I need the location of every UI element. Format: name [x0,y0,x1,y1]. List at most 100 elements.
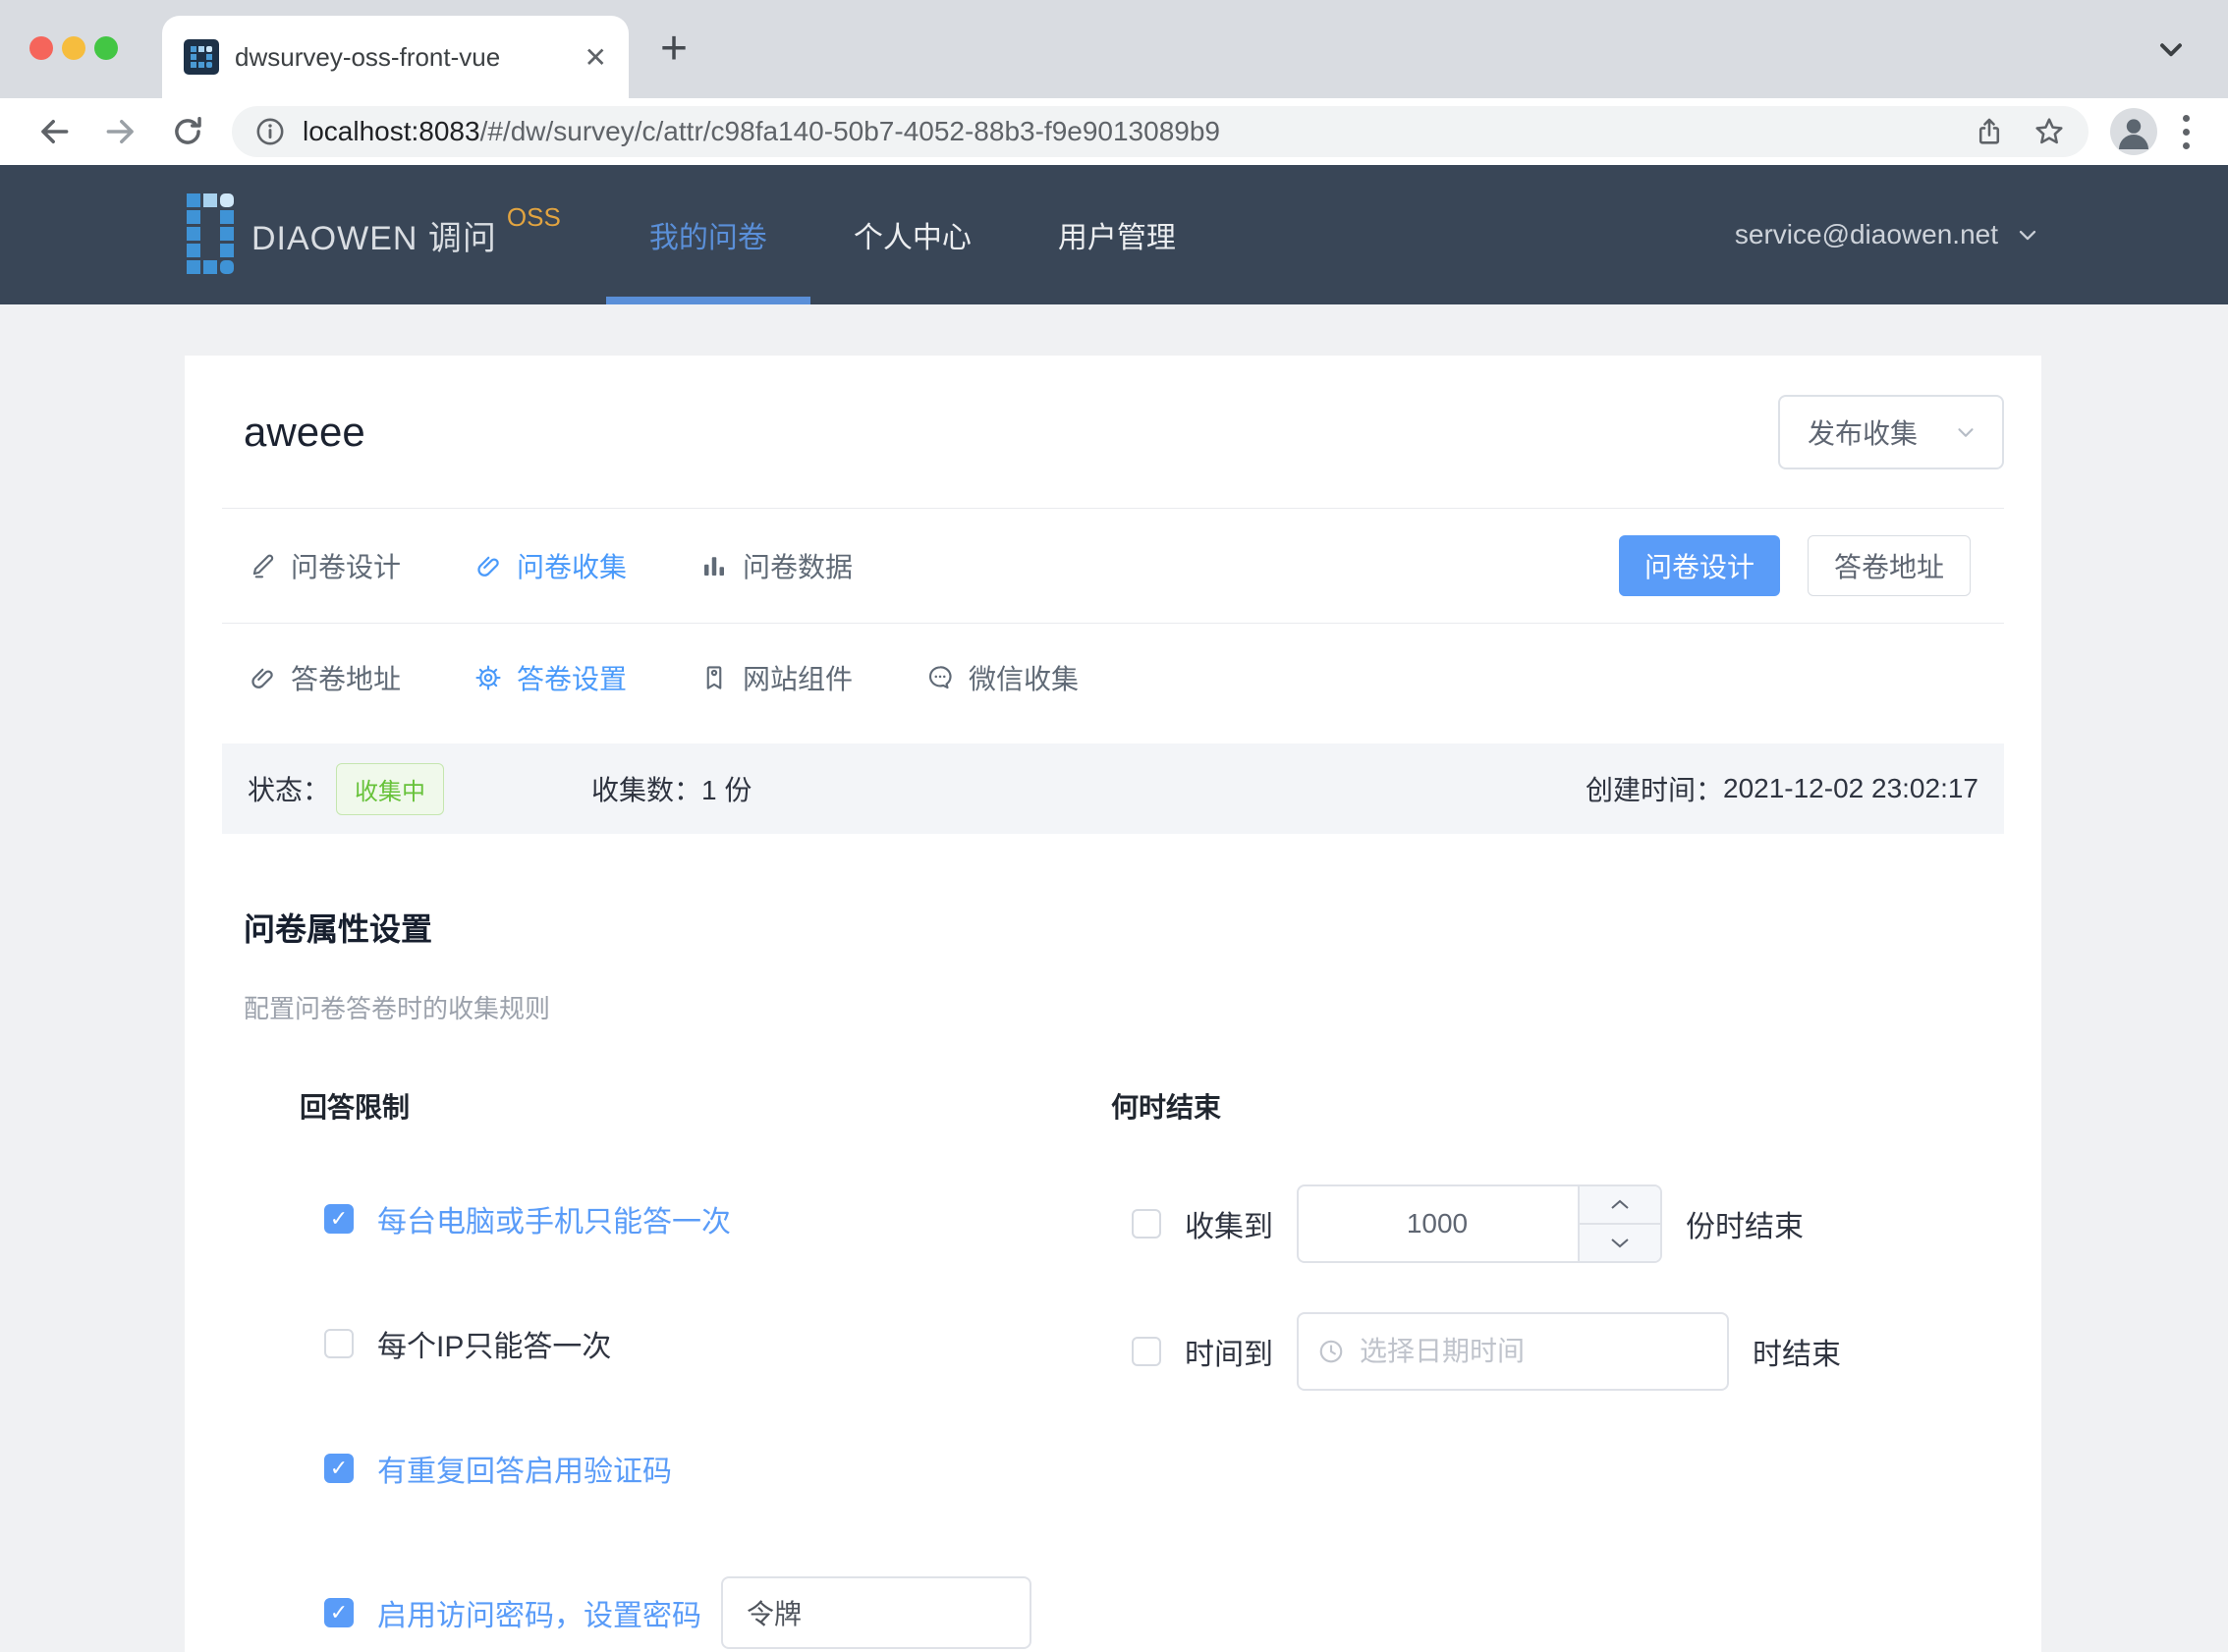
gear-icon [473,663,503,692]
survey-title: aweee [244,409,365,456]
link-icon [248,663,277,692]
bookmark-star-icon[interactable] [2032,114,2067,149]
option-row-quota: 收集到 份时结束 [1132,1184,2004,1263]
new-tab-button[interactable]: + [660,22,688,76]
tab-survey-collect[interactable]: 问卷收集 [473,546,627,585]
captcha-checkbox[interactable]: ✓ [324,1454,354,1483]
deadline-suffix: 时结束 [1753,1330,1841,1373]
end-condition-column: 何时结束 收集到 [1111,1086,2004,1652]
survey-tabs: 问卷设计 问卷收集 问卷数据 问卷设计 答卷地址 [185,509,2041,623]
ip-once-checkbox[interactable] [324,1329,354,1358]
status-label: 状态： [248,769,330,808]
url-path: /#/dw/survey/c/attr/c98fa140-50b7-4052-8… [480,116,1220,146]
tab-survey-data[interactable]: 问卷数据 [699,546,853,585]
check-icon: ✓ [330,1602,348,1624]
quota-suffix: 份时结束 [1686,1202,1804,1245]
option-label[interactable]: 启用访问密码，设置密码 [377,1591,701,1634]
browser-menu-icon[interactable] [2183,115,2190,149]
created-label: 创建时间： [1586,769,1723,808]
subtab-label: 网站组件 [743,658,853,697]
datetime-input[interactable] [1360,1336,1709,1367]
created-value: 2021-12-02 23:02:17 [1723,773,1978,804]
browser-tab-strip: dwsurvey-oss-front-vue ✕ + [0,0,2228,98]
option-row-captcha: ✓ 有重复回答启用验证码 [324,1449,1111,1488]
option-row-device-once: ✓ 每台电脑或手机只能答一次 [324,1199,1111,1239]
option-label[interactable]: 每个IP只能答一次 [377,1322,611,1365]
option-label[interactable]: 有重复回答启用验证码 [377,1447,672,1490]
url-text[interactable]: localhost:8083/#/dw/survey/c/attr/c98fa1… [303,116,1947,147]
check-icon: ✓ [330,1458,348,1479]
tab-title: dwsurvey-oss-front-vue [235,42,575,73]
quota-number-input [1297,1184,1662,1263]
decrease-button[interactable] [1580,1225,1660,1261]
tab-survey-design[interactable]: 问卷设计 [248,546,401,585]
check-icon: ✓ [330,1208,348,1230]
chevron-up-icon [1609,1198,1631,1211]
back-icon[interactable] [35,113,73,150]
password-input[interactable] [721,1576,1031,1649]
pencil-icon [248,551,277,580]
nav-item-profile[interactable]: 个人中心 [810,165,1015,304]
forward-icon[interactable] [102,113,139,150]
subtab-answer-url[interactable]: 答卷地址 [248,658,401,697]
device-once-checkbox[interactable]: ✓ [324,1204,354,1234]
publish-select[interactable]: 发布收集 [1778,395,2004,469]
datetime-picker[interactable] [1297,1312,1729,1391]
subtab-label: 微信收集 [969,658,1079,697]
brand-name: DIAOWEN 调问 [251,211,497,259]
tab-label: 问卷数据 [743,546,853,585]
tab-favicon [184,39,219,75]
option-row-ip-once: 每个IP只能答一次 [324,1324,1111,1363]
account-email: service@diaowen.net [1735,219,1998,250]
answer-url-button[interactable]: 答卷地址 [1808,535,1971,596]
number-spinner [1578,1186,1660,1261]
url-host: localhost:8083 [303,116,480,146]
nav-item-user-management[interactable]: 用户管理 [1015,165,1219,304]
nav-item-my-surveys[interactable]: 我的问卷 [606,165,810,304]
status-badge: 收集中 [336,763,444,815]
bar-chart-icon [699,551,729,580]
profile-avatar[interactable] [2110,108,2157,155]
reload-icon[interactable] [169,113,206,150]
end-condition-heading: 何时结束 [1111,1086,2004,1126]
chevron-down-icon [2014,221,2041,248]
password-checkbox[interactable]: ✓ [324,1598,354,1627]
option-row-password: ✓ 启用访问密码，设置密码 [324,1573,1111,1652]
increase-button[interactable] [1580,1186,1660,1225]
option-label[interactable]: 每台电脑或手机只能答一次 [377,1197,731,1240]
info-icon[interactable] [253,115,287,148]
tab-close-icon[interactable]: ✕ [585,41,607,74]
subtab-label: 答卷设置 [517,658,627,697]
chevron-down-icon [1609,1237,1631,1249]
deadline-label[interactable]: 时间到 [1185,1330,1273,1373]
browser-tab[interactable]: dwsurvey-oss-front-vue ✕ [162,16,629,98]
deadline-checkbox[interactable] [1132,1337,1161,1366]
quota-label[interactable]: 收集到 [1185,1202,1273,1245]
quota-checkbox[interactable] [1132,1209,1161,1239]
survey-design-button[interactable]: 问卷设计 [1619,535,1780,596]
collect-subtabs: 答卷地址 答卷设置 网站组件 微信收集 [185,624,2041,732]
main-nav: 我的问卷 个人中心 用户管理 [606,165,1219,304]
app-navbar: DIAOWEN 调问 OSS 我的问卷 个人中心 用户管理 service@di… [0,165,2228,304]
tab-label: 问卷设计 [291,546,401,585]
tab-label: 问卷收集 [517,546,627,585]
account-menu[interactable]: service@diaowen.net [1735,219,2041,250]
chevron-down-icon [1953,419,1978,445]
tab-search-chevron-icon[interactable] [2153,31,2189,67]
close-window-button[interactable] [29,36,53,60]
option-row-deadline: 时间到 时结束 [1132,1312,2004,1391]
url-bar[interactable]: localhost:8083/#/dw/survey/c/attr/c98fa1… [232,106,2089,157]
minimize-window-button[interactable] [62,36,85,60]
subtab-site-widget[interactable]: 网站组件 [699,658,853,697]
count-label: 收集数： [591,769,701,808]
brand[interactable]: DIAOWEN 调问 OSS [187,193,561,276]
subtab-label: 答卷地址 [291,658,401,697]
subtab-wechat-collect[interactable]: 微信收集 [925,658,1079,697]
subtab-answer-settings[interactable]: 答卷设置 [473,658,627,697]
share-icon[interactable] [1973,115,2006,148]
maximize-window-button[interactable] [94,36,118,60]
tag-icon [699,663,729,692]
answer-limit-heading: 回答限制 [300,1086,1111,1126]
diaowen-logo-icon [187,193,234,276]
browser-toolbar: localhost:8083/#/dw/survey/c/attr/c98fa1… [0,98,2228,165]
